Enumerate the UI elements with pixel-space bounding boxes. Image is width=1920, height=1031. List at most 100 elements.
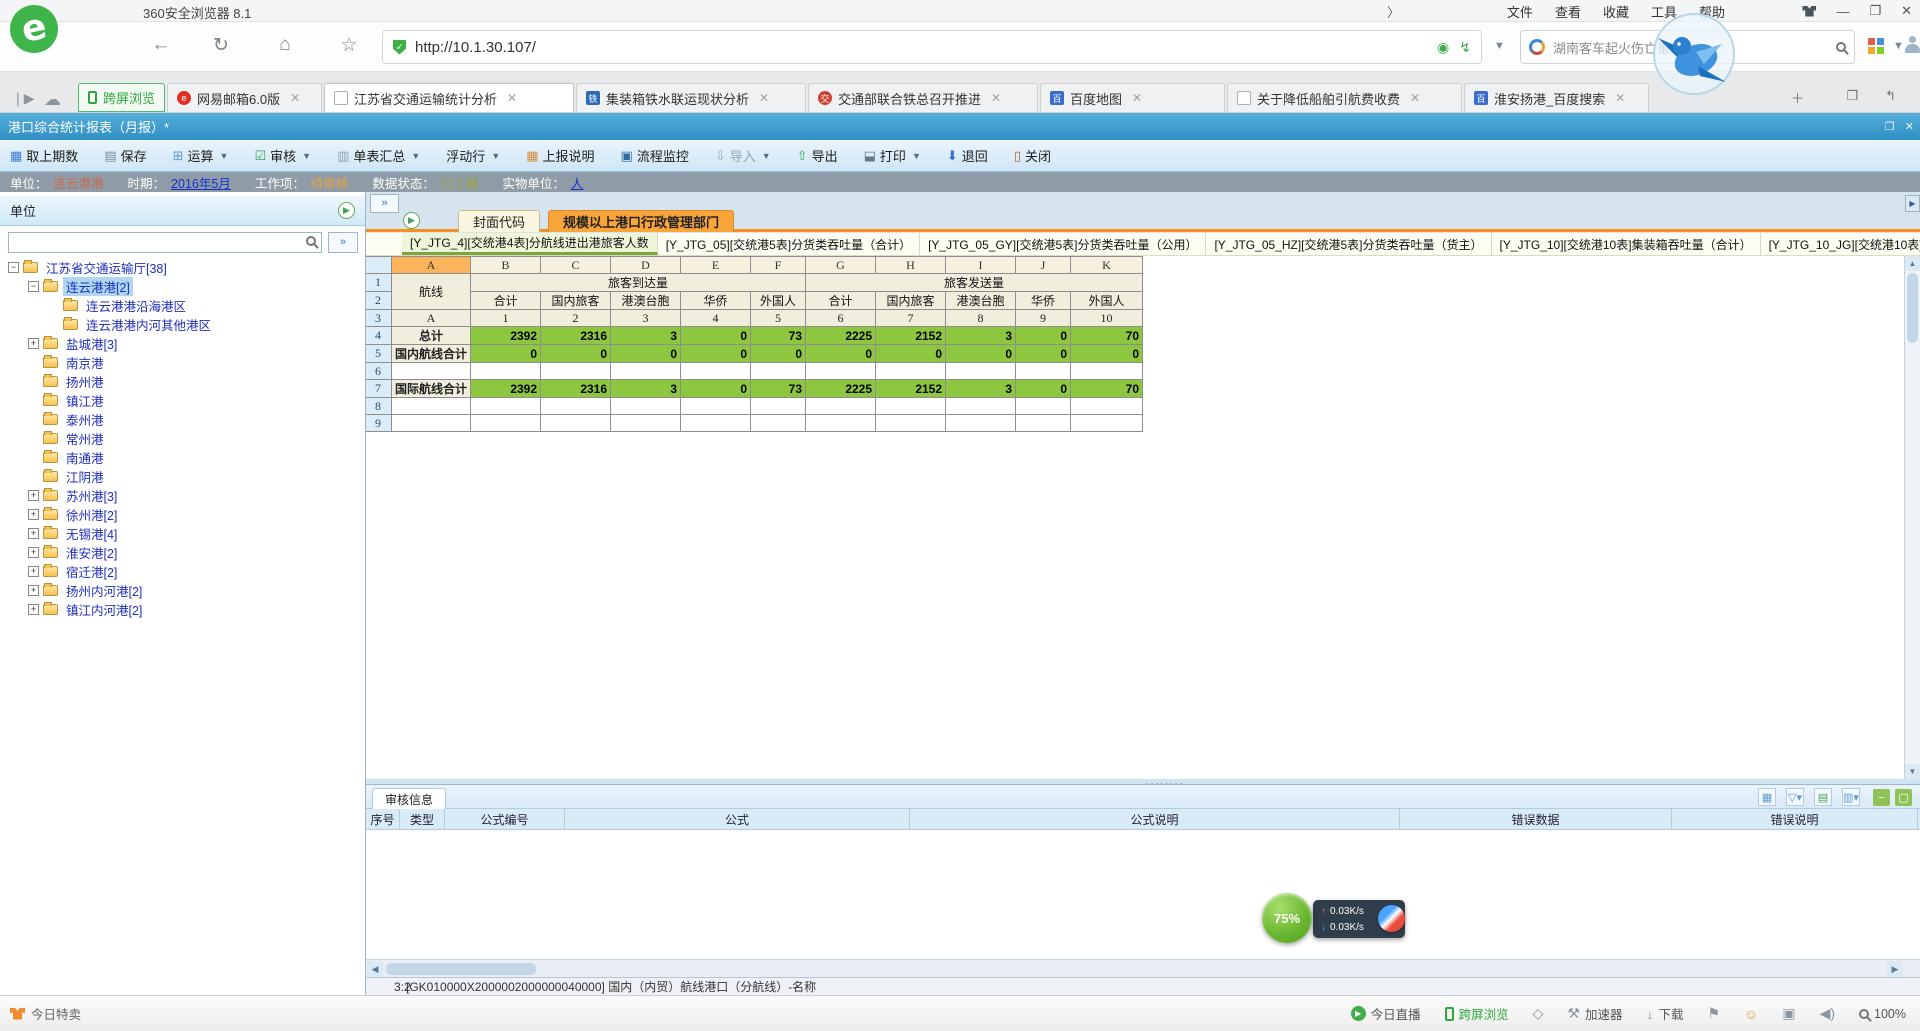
row-label-cell-9[interactable] xyxy=(392,415,471,432)
sidebar-toggle-icon[interactable]: ❘▶ xyxy=(12,90,35,107)
data-cell[interactable]: 3 xyxy=(611,380,681,398)
tree-item-常州港[interactable]: 常州港 xyxy=(0,429,364,448)
table-strip-item-5[interactable]: [Y_JTG_10][交统港10表]集装箱吞吐量（合计） xyxy=(1492,233,1761,255)
app-grid-icon[interactable] xyxy=(1868,38,1884,54)
tree-item-label[interactable]: 无锡港[4] xyxy=(63,524,120,543)
tree-item-江阴港[interactable]: 江阴港 xyxy=(0,467,364,486)
sub-header-cell[interactable]: 外国人 xyxy=(751,292,806,310)
bottombar-今日直播[interactable]: ▶今日直播 xyxy=(1351,1004,1421,1023)
code-cell[interactable]: A xyxy=(392,310,471,327)
url-text[interactable]: http://10.1.30.107/ xyxy=(415,39,1437,56)
dropdown-arrow-icon[interactable]: ▼ xyxy=(491,151,500,161)
data-cell[interactable]: 2392 xyxy=(471,327,541,345)
reopen-closed-tab-icon[interactable]: ↰ xyxy=(1885,88,1896,104)
sheet-tabs-scroll-button[interactable]: ▶ xyxy=(403,212,420,229)
tree-item-label[interactable]: 常州港 xyxy=(63,429,107,448)
data-cell[interactable] xyxy=(806,363,876,380)
bottombar-跨屏浏览[interactable]: 跨屏浏览 xyxy=(1445,1004,1509,1023)
data-cell[interactable] xyxy=(946,415,1016,432)
toolbar-退回[interactable]: ⬇退回 xyxy=(947,146,988,165)
data-cell[interactable]: 73 xyxy=(751,327,806,345)
tree-item-label[interactable]: 扬州内河港[2] xyxy=(63,581,145,600)
row-header-4[interactable]: 4 xyxy=(366,327,392,345)
network-ball-icon[interactable] xyxy=(1378,905,1405,932)
tab-close-icon[interactable]: ✕ xyxy=(1410,91,1420,105)
vertical-scrollbar[interactable]: ▲ ▼ xyxy=(1904,256,1920,779)
toolbar-导入[interactable]: ⇩导入▼ xyxy=(715,146,771,165)
bottombar-smiley[interactable]: ☺ xyxy=(1744,1006,1758,1022)
back-button[interactable]: ← xyxy=(148,34,174,56)
sub-header-cell[interactable]: 国内旅客 xyxy=(541,292,611,310)
sub-header-cell[interactable]: 外国人 xyxy=(1071,292,1143,310)
code-cell[interactable]: 5 xyxy=(751,310,806,327)
row-label-cell-5[interactable]: 国内航线合计 xyxy=(392,345,471,363)
minimize-button[interactable]: — xyxy=(1836,4,1849,19)
audit-preview-icon[interactable]: ▥▾ xyxy=(1842,788,1860,806)
data-cell[interactable] xyxy=(541,415,611,432)
refresh-button[interactable]: ↻ xyxy=(208,34,234,57)
table-strip-item-2[interactable]: [Y_JTG_05][交统港5表]分货类吞吐量（合计） xyxy=(658,233,920,255)
data-cell[interactable] xyxy=(806,415,876,432)
tab-close-icon[interactable]: ✕ xyxy=(991,91,1001,105)
data-cell[interactable]: 2152 xyxy=(876,327,946,345)
tree-item-南通港[interactable]: 南通港 xyxy=(0,448,364,467)
code-cell[interactable]: 9 xyxy=(1016,310,1071,327)
data-cell[interactable] xyxy=(1016,363,1071,380)
expand-plus-icon[interactable]: + xyxy=(28,509,39,520)
favorite-star-icon[interactable]: ☆ xyxy=(336,34,362,57)
menu-item-收藏[interactable]: 收藏 xyxy=(1603,2,1629,21)
toolbar-流程监控[interactable]: ▣流程监控 xyxy=(621,146,689,165)
column-header-D[interactable]: D xyxy=(611,257,681,274)
expand-plus-icon[interactable]: + xyxy=(28,338,39,349)
collapse-minus-icon[interactable]: − xyxy=(28,281,39,292)
url-dropdown-icon[interactable]: ▼ xyxy=(1494,40,1505,52)
row-label-cell-8[interactable] xyxy=(392,398,471,415)
data-cell[interactable]: 2225 xyxy=(806,380,876,398)
tree-item-label[interactable]: 镇江港 xyxy=(63,391,107,410)
data-cell[interactable] xyxy=(1016,415,1071,432)
tree-item-label[interactable]: 泰州港 xyxy=(63,410,107,429)
tree-item-扬州内河港[2][interactable]: +扬州内河港[2] xyxy=(0,581,364,600)
horizontal-scrollbar[interactable]: ◀ ▶ xyxy=(366,959,1920,977)
tree-search-input[interactable] xyxy=(8,232,322,253)
data-cell[interactable]: 3 xyxy=(946,380,1016,398)
tree-item-苏州港[3][interactable]: +苏州港[3] xyxy=(0,486,364,505)
hscroll-thumb[interactable] xyxy=(386,963,536,975)
tree-item-盐城港[3][interactable]: +盐城港[3] xyxy=(0,334,364,353)
data-cell[interactable]: 0 xyxy=(946,345,1016,363)
data-cell[interactable]: 0 xyxy=(1071,345,1143,363)
daily-deals-label[interactable]: 今日特卖 xyxy=(31,1004,81,1023)
toolbar-运算[interactable]: ⊞运算▼ xyxy=(173,146,229,165)
tree-item-南京港[interactable]: 南京港 xyxy=(0,353,364,372)
tree-item-label[interactable]: 徐州港[2] xyxy=(63,505,120,524)
sub-header-cell[interactable]: 华侨 xyxy=(1016,292,1071,310)
data-cell[interactable] xyxy=(876,363,946,380)
tree-item-label[interactable]: 镇江内河港[2] xyxy=(63,600,145,619)
sub-header-cell[interactable]: 华侨 xyxy=(681,292,751,310)
tree-item-连云港港沿海港区[interactable]: 连云港港沿海港区 xyxy=(0,296,364,315)
close-button[interactable]: ✕ xyxy=(1901,3,1912,19)
row-header-9[interactable]: 9 xyxy=(366,415,392,432)
bottombar-speaker[interactable]: ◀) xyxy=(1820,1005,1835,1022)
group-header-arrive[interactable]: 旅客到达量 xyxy=(471,274,806,292)
speed-mode-icon[interactable]: ↯ xyxy=(1459,39,1471,56)
data-cell[interactable]: 3 xyxy=(946,327,1016,345)
browser-tab-7[interactable]: 关于降低船舶引航费收费✕ xyxy=(1227,83,1462,112)
group-header-depart[interactable]: 旅客发送量 xyxy=(806,274,1143,292)
data-cell[interactable] xyxy=(611,363,681,380)
data-cell[interactable]: 2225 xyxy=(806,327,876,345)
bottombar-下载[interactable]: ↓下载 xyxy=(1646,1004,1683,1023)
row-label-cell-7[interactable]: 国际航线合计 xyxy=(392,380,471,398)
data-cell[interactable]: 0 xyxy=(1016,380,1071,398)
skin-theme-icon[interactable] xyxy=(1802,6,1816,17)
data-cell[interactable] xyxy=(1016,398,1071,415)
site-safety-shield-icon[interactable]: ✓ xyxy=(393,40,406,55)
data-cell[interactable] xyxy=(876,398,946,415)
audit-excel-icon[interactable]: ▤ xyxy=(1814,788,1832,806)
data-cell[interactable]: 73 xyxy=(751,380,806,398)
menu-item-文件[interactable]: 文件 xyxy=(1507,2,1533,21)
data-cell[interactable]: 0 xyxy=(681,345,751,363)
data-cell[interactable]: 0 xyxy=(876,345,946,363)
column-header-H[interactable]: H xyxy=(876,257,946,274)
column-header-F[interactable]: F xyxy=(751,257,806,274)
